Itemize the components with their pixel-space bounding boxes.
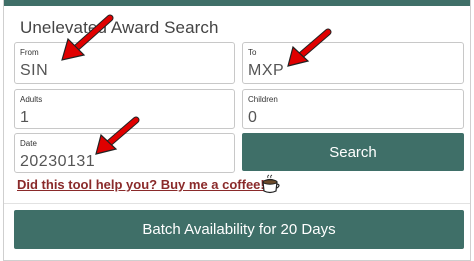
top-accent-bar	[4, 0, 470, 6]
date-value[interactable]: 20230131	[20, 153, 95, 171]
adults-label: Adults	[20, 95, 43, 104]
search-button[interactable]: Search	[242, 133, 464, 171]
coffee-mug-icon[interactable]	[259, 174, 281, 196]
annotation-arrow-icon	[61, 14, 114, 61]
children-value[interactable]: 0	[248, 109, 257, 127]
from-label: From	[20, 48, 39, 57]
from-field[interactable]: From SIN	[14, 42, 235, 84]
from-value[interactable]: SIN	[20, 62, 48, 80]
section-divider	[4, 203, 470, 204]
annotation-arrow-icon	[95, 116, 140, 155]
to-label: To	[248, 48, 257, 57]
to-field[interactable]: To MXP	[242, 42, 464, 84]
children-label: Children	[248, 95, 278, 104]
batch-availability-button[interactable]: Batch Availability for 20 Days	[14, 210, 464, 249]
annotation-arrow-icon	[287, 28, 332, 67]
page-title: Unelevated Award Search	[20, 18, 219, 37]
date-label: Date	[20, 139, 37, 148]
children-field[interactable]: Children 0	[242, 89, 464, 129]
adults-value[interactable]: 1	[20, 109, 29, 127]
buy-coffee-link[interactable]: Did this tool help you? Buy me a coffee!	[17, 177, 265, 192]
award-search-panel: Unelevated Award Search From SIN To MXP …	[3, 0, 471, 261]
to-value[interactable]: MXP	[248, 62, 284, 80]
